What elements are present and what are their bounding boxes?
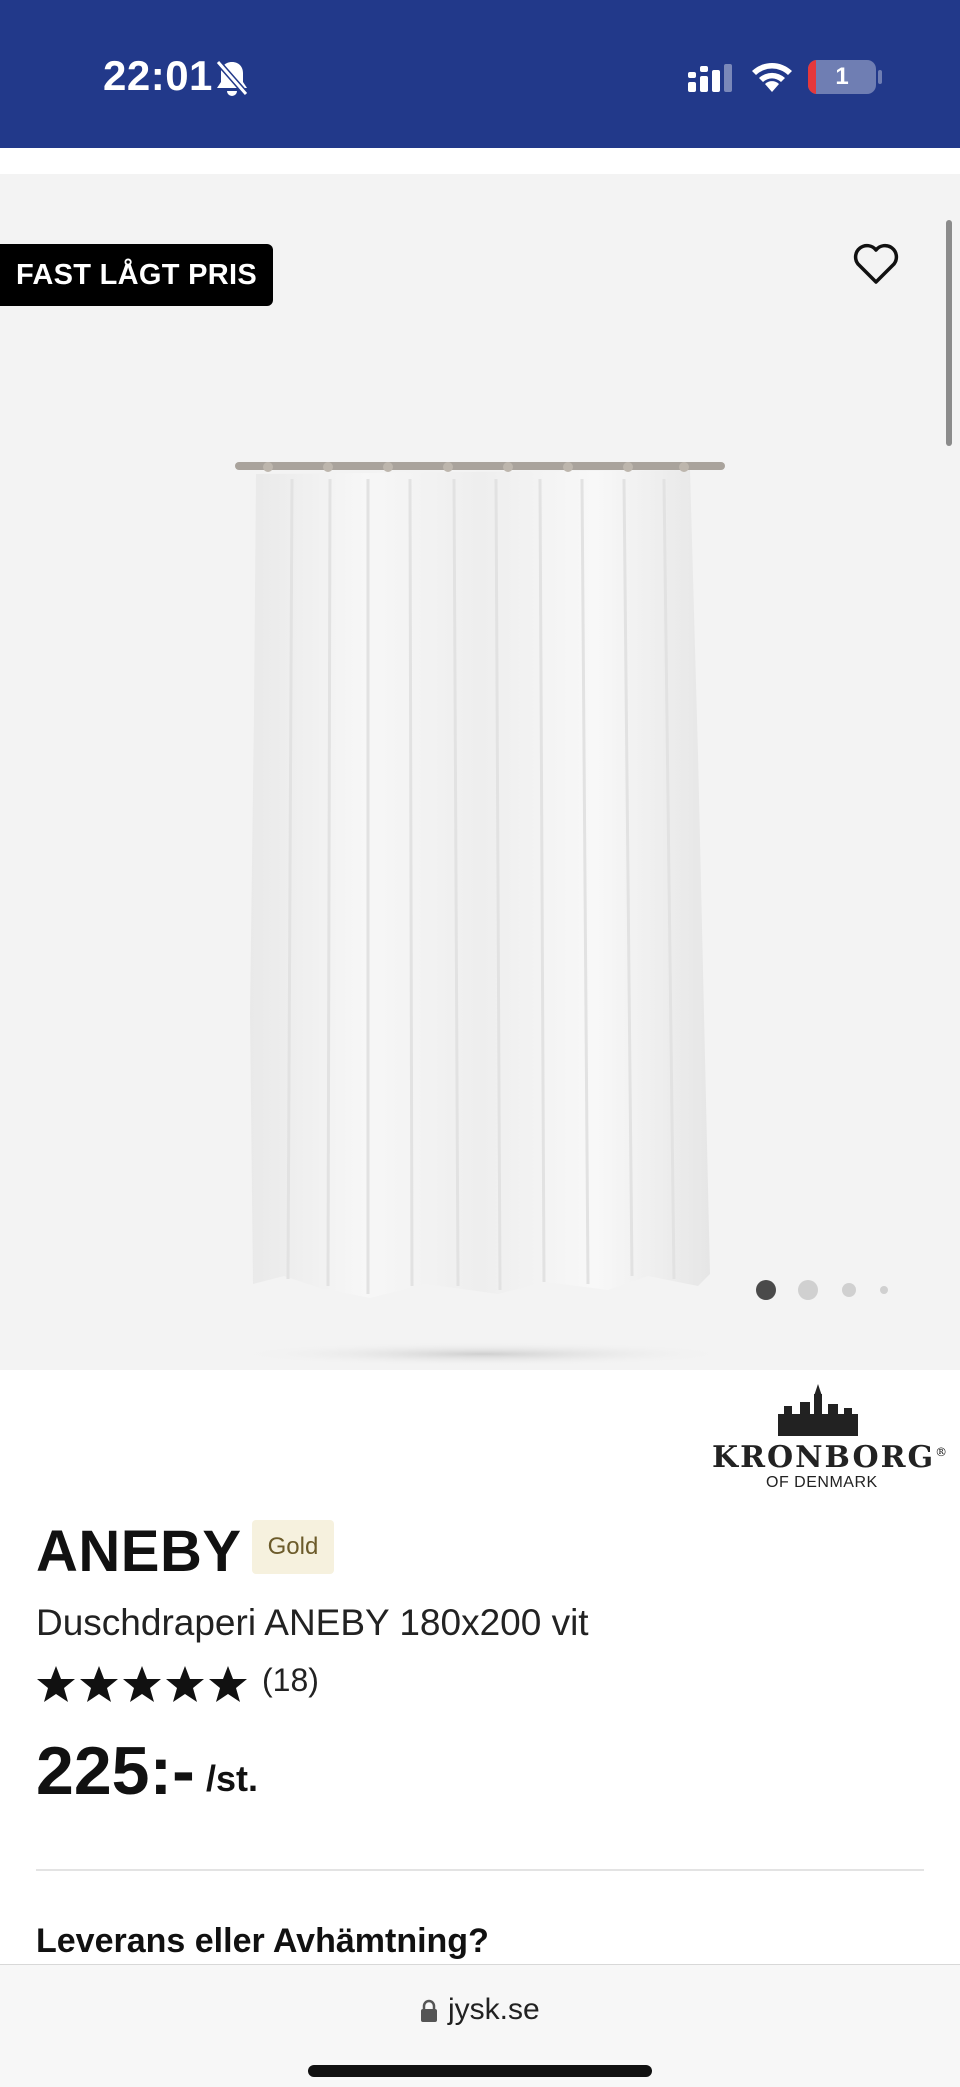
tier-badge: Gold xyxy=(252,1520,334,1574)
battery-cap xyxy=(878,70,882,84)
star-icon xyxy=(123,1666,161,1702)
product-subtitle: Duschdraperi ANEBY 180x200 vit xyxy=(36,1602,589,1643)
divider xyxy=(36,1869,924,1871)
cellular-signal-icon xyxy=(688,64,732,92)
battery-indicator: 1 xyxy=(808,60,876,94)
star-icon xyxy=(80,1666,118,1702)
product-gallery[interactable]: FAST LÅGT PRIS xyxy=(0,174,960,1370)
brand-name[interactable]: KRONBORG® xyxy=(712,1440,949,1475)
carousel-dot-2[interactable] xyxy=(798,1280,818,1300)
castle-logo-icon[interactable] xyxy=(708,1384,928,1444)
product-title: ANEBY xyxy=(36,1519,242,1584)
price-badge: FAST LÅGT PRIS xyxy=(0,244,274,306)
browser-address-bar[interactable]: jysk.se xyxy=(0,1964,960,2087)
carousel-dots[interactable] xyxy=(0,1274,960,1304)
bell-slash-icon xyxy=(215,60,249,96)
heart-icon[interactable] xyxy=(852,242,900,286)
delivery-heading: Leverans eller Avhämtning? xyxy=(36,1922,489,1960)
url-text[interactable]: jysk.se xyxy=(448,1993,540,2027)
review-count[interactable]: (18) xyxy=(262,1662,319,1699)
star-icon xyxy=(37,1666,75,1702)
star-icon xyxy=(209,1666,247,1702)
rating-stars[interactable] xyxy=(36,1664,248,1706)
status-bar: 22:01 1 xyxy=(0,0,960,148)
price-unit: /st. xyxy=(206,1758,259,1799)
star-icon xyxy=(166,1666,204,1702)
carousel-dot-1[interactable] xyxy=(756,1280,776,1300)
product-price: 225:- xyxy=(36,1733,195,1809)
shower-curtain-image[interactable] xyxy=(228,314,748,1414)
gallery-scrollbar[interactable] xyxy=(946,220,952,446)
wifi-icon xyxy=(752,63,792,92)
registered-mark: ® xyxy=(935,1445,950,1459)
star-icons xyxy=(37,1666,247,1702)
carousel-dot-3[interactable] xyxy=(842,1283,856,1297)
brand-subtitle: OF DENMARK xyxy=(766,1474,878,1491)
carousel-dot-4[interactable] xyxy=(880,1286,888,1294)
status-time: 22:01 xyxy=(103,52,213,99)
battery-level: 1 xyxy=(835,63,849,90)
header-spacer xyxy=(0,148,960,174)
lock-icon xyxy=(421,1999,437,2022)
home-indicator[interactable] xyxy=(308,2065,652,2077)
